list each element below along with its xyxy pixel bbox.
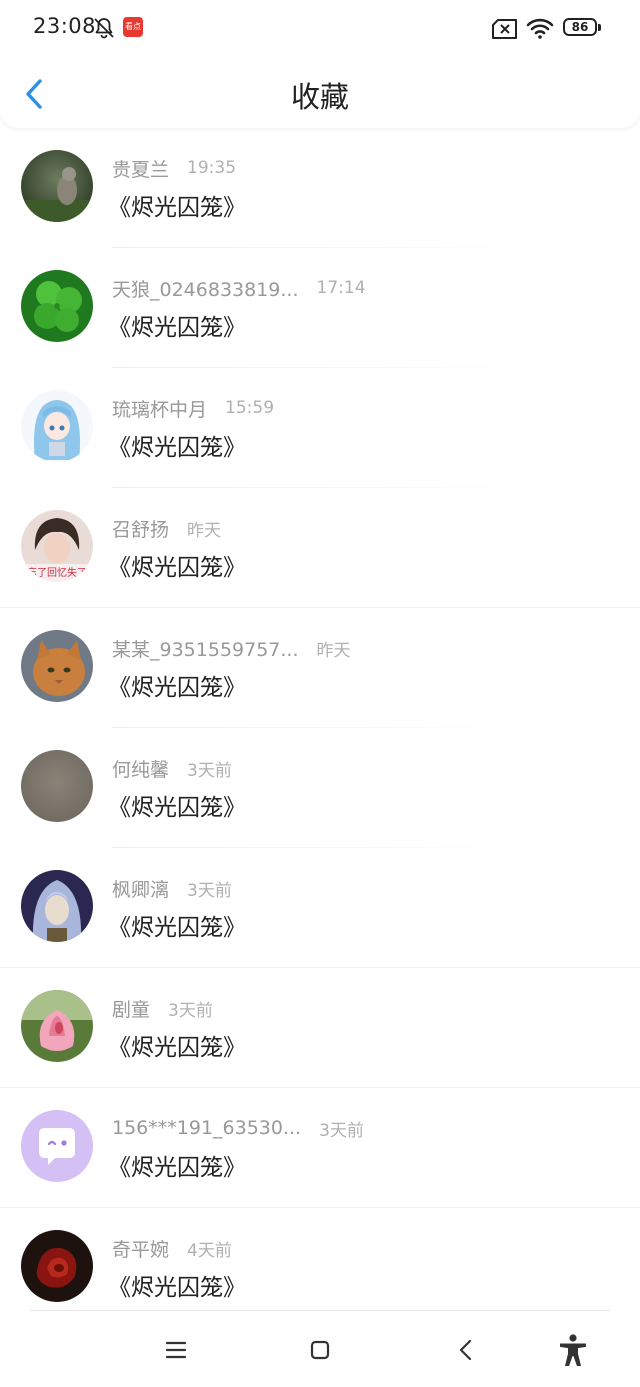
avatar[interactable] bbox=[21, 390, 93, 462]
timestamp: 3天前 bbox=[187, 760, 232, 781]
timestamp: 4天前 bbox=[187, 1240, 232, 1261]
timestamp: 3天前 bbox=[187, 880, 232, 901]
battery-indicator: 86 bbox=[563, 18, 603, 38]
app-notification-icon: 看点 bbox=[123, 17, 143, 37]
user-name: 琉璃杯中月 bbox=[112, 398, 208, 421]
user-name: 枫卿漓 bbox=[112, 878, 170, 901]
avatar[interactable] bbox=[21, 1230, 93, 1302]
book-title[interactable]: 《烬光囚笼》 bbox=[108, 1148, 246, 1182]
timestamp: 3天前 bbox=[168, 1000, 213, 1021]
avatar[interactable] bbox=[21, 270, 93, 342]
battery-level: 86 bbox=[571, 20, 589, 34]
no-sim-icon bbox=[492, 19, 517, 39]
back-nav-icon[interactable] bbox=[448, 1332, 484, 1368]
avatar[interactable] bbox=[21, 870, 93, 942]
user-name: 奇平婉 bbox=[112, 1238, 170, 1261]
book-title[interactable]: 《烬光囚笼》 bbox=[108, 548, 246, 582]
avatar-caption: 忘了回忆失了 bbox=[27, 566, 87, 579]
list-item[interactable]: 某某_9351559757... 昨天 《烬光囚笼》 bbox=[0, 608, 640, 728]
wifi-icon bbox=[526, 18, 554, 39]
book-title[interactable]: 《烬光囚笼》 bbox=[108, 428, 246, 462]
book-title[interactable]: 《烬光囚笼》 bbox=[108, 1268, 246, 1302]
user-name: 剧童 bbox=[112, 998, 151, 1021]
avatar[interactable]: 忘了回忆失了 bbox=[21, 510, 93, 582]
book-title[interactable]: 《烬光囚笼》 bbox=[108, 308, 246, 342]
accessibility-icon[interactable] bbox=[555, 1332, 591, 1368]
status-time: 23:08 bbox=[33, 14, 97, 38]
timestamp: 昨天 bbox=[187, 520, 222, 541]
list-item[interactable]: 156***191_63530... 3天前 《烬光囚笼》 bbox=[0, 1088, 640, 1208]
user-name: 156***191_63530... bbox=[112, 1117, 302, 1139]
favorites-list: 贵夏兰 19:35 《烬光囚笼》 天狼_0246833819... 17:14 … bbox=[0, 128, 640, 1328]
avatar[interactable] bbox=[21, 750, 93, 822]
timestamp: 昨天 bbox=[316, 640, 351, 661]
home-icon[interactable] bbox=[302, 1332, 338, 1368]
timestamp: 3天前 bbox=[319, 1120, 364, 1141]
timestamp: 17:14 bbox=[316, 278, 366, 298]
list-item[interactable]: 天狼_0246833819... 17:14 《烬光囚笼》 bbox=[0, 248, 640, 368]
user-name: 召舒扬 bbox=[112, 518, 170, 541]
book-title[interactable]: 《烬光囚笼》 bbox=[108, 908, 246, 942]
header: 收藏 bbox=[0, 56, 640, 128]
status-bar: 23:08 看点 86 bbox=[0, 0, 640, 56]
list-item[interactable]: 忘了回忆失了 召舒扬 昨天 《烬光囚笼》 bbox=[0, 488, 640, 608]
list-item[interactable]: 枫卿漓 3天前 《烬光囚笼》 bbox=[0, 848, 640, 968]
user-name: 贵夏兰 bbox=[112, 158, 170, 181]
avatar[interactable] bbox=[21, 990, 93, 1062]
user-name: 某某_9351559757... bbox=[112, 638, 299, 661]
avatar[interactable] bbox=[21, 630, 93, 702]
system-nav-bar bbox=[0, 1310, 640, 1387]
user-name: 天狼_0246833819... bbox=[112, 278, 299, 301]
list-item[interactable]: 琉璃杯中月 15:59 《烬光囚笼》 bbox=[0, 368, 640, 488]
bell-muted-icon bbox=[94, 18, 114, 39]
book-title[interactable]: 《烬光囚笼》 bbox=[108, 668, 246, 702]
menu-icon[interactable] bbox=[158, 1332, 194, 1368]
timestamp: 15:59 bbox=[225, 398, 275, 418]
book-title[interactable]: 《烬光囚笼》 bbox=[108, 1028, 246, 1062]
list-item[interactable]: 贵夏兰 19:35 《烬光囚笼》 bbox=[0, 128, 640, 248]
avatar[interactable] bbox=[21, 150, 93, 222]
page-title: 收藏 bbox=[290, 80, 349, 114]
nav-divider bbox=[30, 1310, 610, 1311]
list-item[interactable]: 剧童 3天前 《烬光囚笼》 bbox=[0, 968, 640, 1088]
timestamp: 19:35 bbox=[187, 158, 237, 178]
list-item[interactable]: 何纯馨 3天前 《烬光囚笼》 bbox=[0, 728, 640, 848]
book-title[interactable]: 《烬光囚笼》 bbox=[108, 788, 246, 822]
avatar[interactable] bbox=[21, 1110, 93, 1182]
book-title[interactable]: 《烬光囚笼》 bbox=[108, 188, 246, 222]
chat-bubble-icon bbox=[39, 1128, 75, 1165]
user-name: 何纯馨 bbox=[112, 758, 170, 781]
